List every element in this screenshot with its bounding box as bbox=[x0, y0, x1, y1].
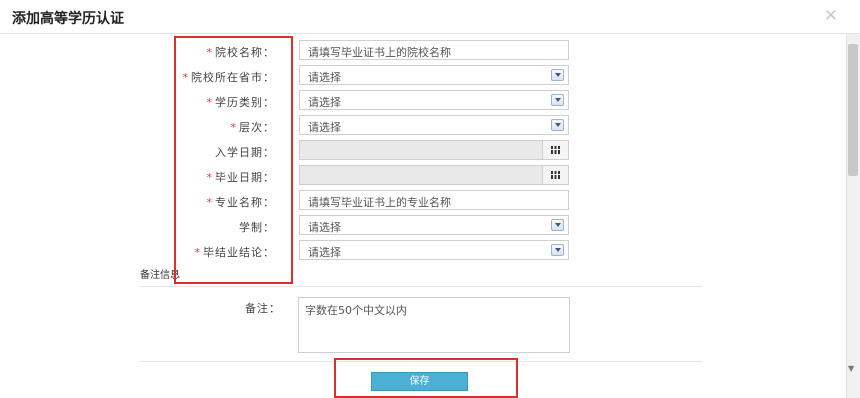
form-row-enrollment-date: 入学日期： bbox=[160, 140, 580, 162]
schooling-length-label: 学制： bbox=[239, 219, 275, 235]
label-text: 毕业日期： bbox=[215, 171, 275, 184]
chevron-down-icon[interactable] bbox=[551, 244, 564, 256]
input-placeholder: 请填写毕业证书上的院校名称 bbox=[308, 46, 451, 59]
section-divider bbox=[140, 286, 702, 287]
footer-divider bbox=[140, 361, 702, 362]
level-select[interactable]: 请选择 bbox=[299, 115, 569, 135]
level-label: * 层次： bbox=[231, 119, 276, 135]
required-mark: * bbox=[194, 246, 201, 259]
close-icon[interactable]: ✕ bbox=[824, 6, 838, 26]
school-name-input[interactable]: 请填写毕业证书上的院校名称 bbox=[299, 40, 569, 60]
scroll-down-icon[interactable]: ▼ bbox=[848, 364, 854, 373]
label-text: 学历类别： bbox=[215, 96, 275, 109]
label-text: 院校所在省市： bbox=[191, 71, 275, 84]
chevron-down-icon[interactable] bbox=[551, 219, 564, 231]
required-mark: * bbox=[230, 121, 237, 134]
notes-section-title: 备注信息 bbox=[140, 270, 180, 281]
notes-label: 备注： bbox=[245, 302, 281, 315]
form-row-level: * 层次： 请选择 bbox=[160, 115, 580, 137]
dialog-title: 添加高等学历认证 bbox=[12, 11, 124, 27]
major-name-input[interactable]: 请填写毕业证书上的专业名称 bbox=[299, 190, 569, 210]
label-text: 学制： bbox=[239, 221, 275, 234]
label-text: 院校名称： bbox=[215, 46, 275, 59]
select-value: 请选择 bbox=[308, 71, 341, 84]
required-mark: * bbox=[206, 171, 213, 184]
label-text: 层次： bbox=[239, 121, 275, 134]
dialog-titlebar: 添加高等学历认证 ✕ bbox=[0, 0, 860, 34]
chevron-down-icon[interactable] bbox=[551, 94, 564, 106]
form-row-major-name: * 专业名称： 请填写毕业证书上的专业名称 bbox=[160, 190, 580, 212]
form-row-school-name: * 院校名称： 请填写毕业证书上的院校名称 bbox=[160, 40, 580, 62]
graduation-date-input[interactable] bbox=[299, 165, 569, 185]
graduation-date-label: * 毕业日期： bbox=[207, 169, 276, 185]
calendar-icon[interactable] bbox=[542, 166, 568, 184]
chevron-down-icon[interactable] bbox=[551, 119, 564, 131]
label-text: 专业名称： bbox=[215, 196, 275, 209]
textarea-placeholder: 字数在50个中文以内 bbox=[305, 304, 407, 317]
form-row-province: * 院校所在省市： 请选择 bbox=[160, 65, 580, 87]
input-placeholder: 请填写毕业证书上的专业名称 bbox=[308, 196, 451, 209]
select-value: 请选择 bbox=[308, 96, 341, 109]
label-text: 入学日期： bbox=[215, 146, 275, 159]
label-text: 毕结业结论： bbox=[203, 246, 275, 259]
school-name-label: * 院校名称： bbox=[207, 44, 276, 60]
graduation-conclusion-label: * 毕结业结论： bbox=[195, 244, 276, 260]
select-value: 请选择 bbox=[308, 121, 341, 134]
save-button[interactable]: 保存 bbox=[371, 372, 468, 391]
province-select[interactable]: 请选择 bbox=[299, 65, 569, 85]
form-row-schooling-length: 学制： 请选择 bbox=[160, 215, 580, 237]
province-label: * 院校所在省市： bbox=[183, 69, 276, 85]
required-mark: * bbox=[182, 71, 189, 84]
major-name-label: * 专业名称： bbox=[207, 194, 276, 210]
notes-textarea[interactable]: 字数在50个中文以内 bbox=[298, 297, 570, 353]
form-row-graduation-date: * 毕业日期： bbox=[160, 165, 580, 187]
calendar-icon[interactable] bbox=[542, 141, 568, 159]
education-category-label: * 学历类别： bbox=[207, 94, 276, 110]
required-mark: * bbox=[206, 96, 213, 109]
enrollment-date-input[interactable] bbox=[299, 140, 569, 160]
select-value: 请选择 bbox=[308, 221, 341, 234]
required-mark: * bbox=[206, 196, 213, 209]
enrollment-date-label: 入学日期： bbox=[215, 144, 275, 160]
form-row-education-category: * 学历类别： 请选择 bbox=[160, 90, 580, 112]
required-mark: * bbox=[206, 46, 213, 59]
graduation-conclusion-select[interactable]: 请选择 bbox=[299, 240, 569, 260]
schooling-length-select[interactable]: 请选择 bbox=[299, 215, 569, 235]
scrollbar-thumb[interactable] bbox=[848, 44, 858, 176]
chevron-down-icon[interactable] bbox=[551, 69, 564, 81]
form-row-graduation-conclusion: * 毕结业结论： 请选择 bbox=[160, 240, 580, 262]
select-value: 请选择 bbox=[308, 246, 341, 259]
education-category-select[interactable]: 请选择 bbox=[299, 90, 569, 110]
